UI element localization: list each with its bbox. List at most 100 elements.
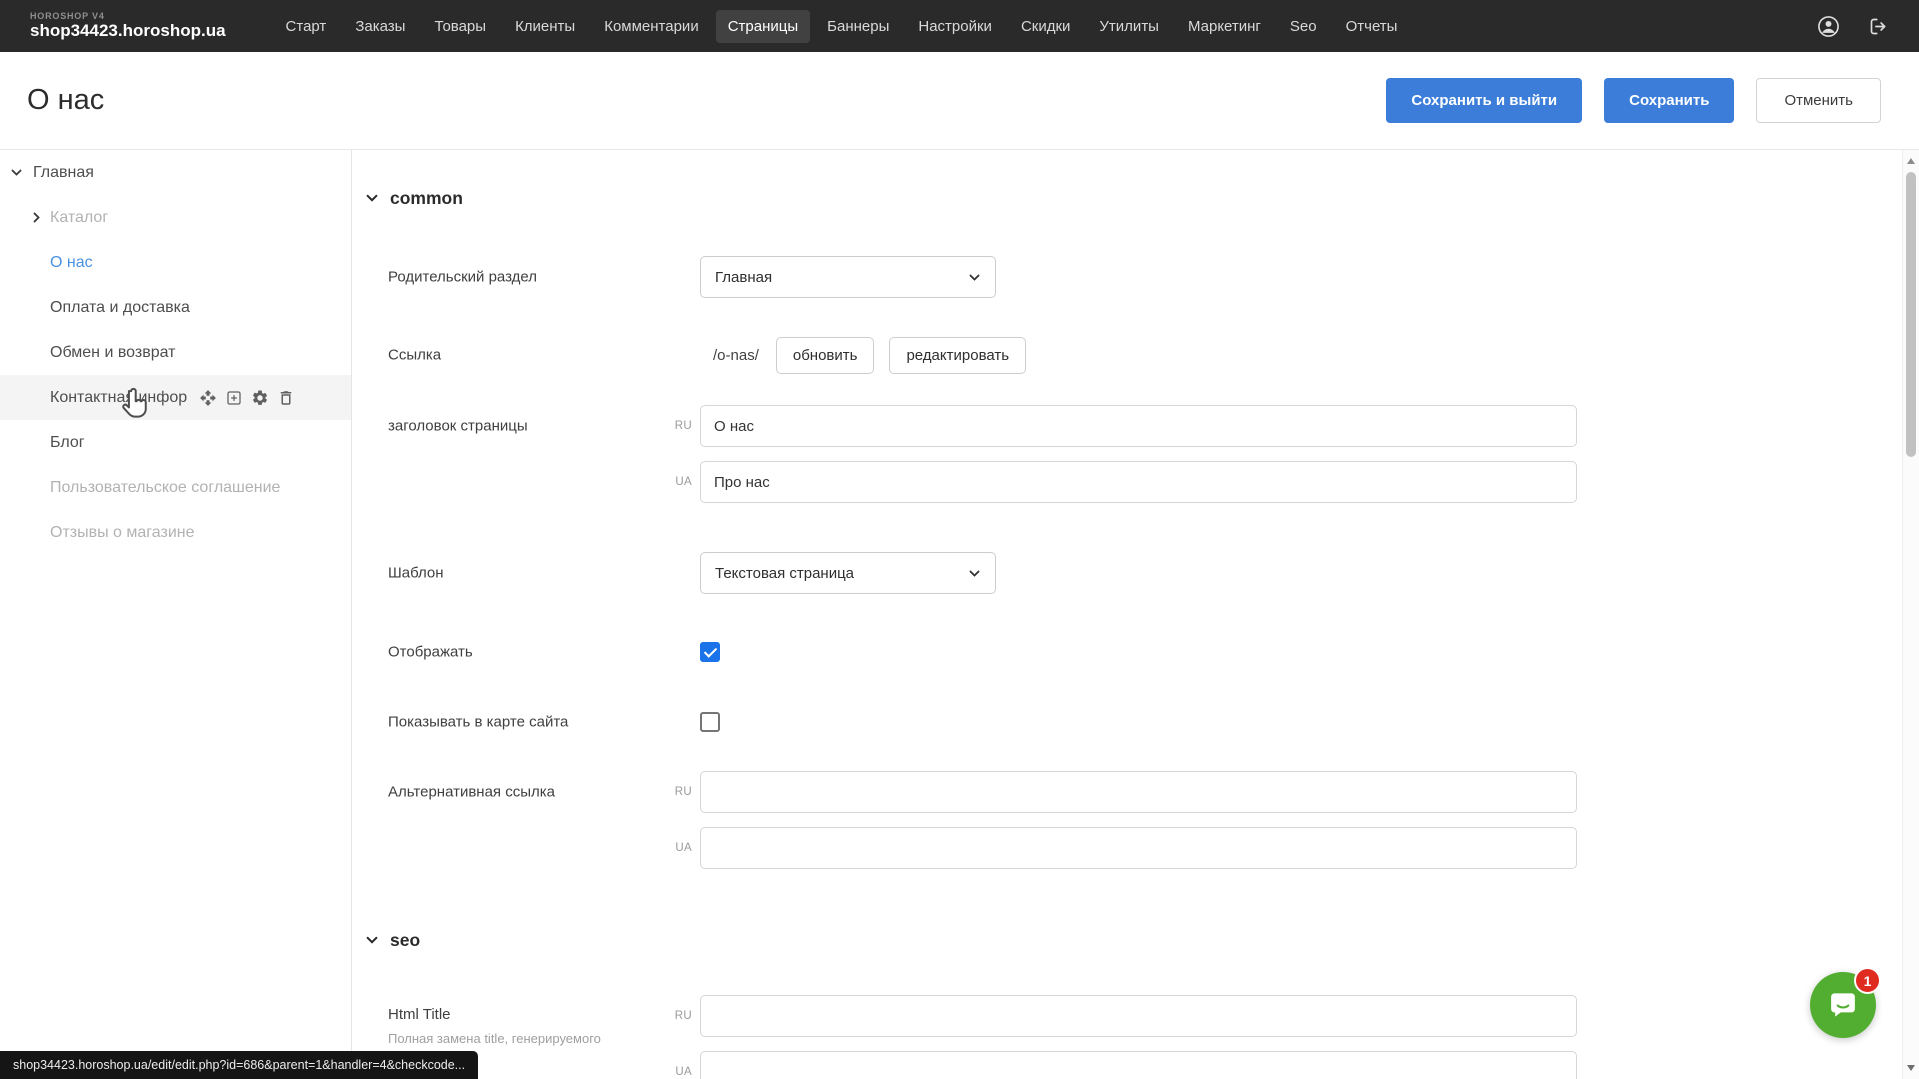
add-page-icon[interactable] [225, 389, 243, 407]
scrollbar-thumb[interactable] [1906, 172, 1916, 457]
tree-item-about[interactable]: О нас [0, 240, 351, 285]
tree-item-payment-delivery[interactable]: Оплата и доставка [0, 285, 351, 330]
brand-domain-label: shop34423.horoshop.ua [30, 22, 226, 41]
menu-item-discounts[interactable]: Скидки [1009, 10, 1082, 43]
display-label: Отображать [388, 642, 663, 662]
section-common-label: common [390, 188, 463, 209]
page-heading-ru-input[interactable] [700, 405, 1577, 447]
header-actions: Сохранить и выйти Сохранить Отменить [1386, 78, 1881, 123]
menu-item-settings[interactable]: Настройки [906, 10, 1004, 43]
tree-item-label: Оплата и доставка [50, 299, 190, 317]
parent-section-label: Родительский раздел [388, 267, 663, 287]
html-title-hint: Полная замена title, генерируемого [388, 1031, 663, 1048]
display-checkbox[interactable] [700, 642, 720, 662]
pages-tree-sidebar: Главная Каталог О нас Оплата и доставка … [0, 150, 352, 1079]
parent-section-select[interactable]: Главная [700, 256, 996, 298]
lang-tag-ua: UA [662, 476, 692, 488]
page-slug: /o-nas/ [700, 347, 759, 364]
alt-link-label: Альтернативная ссылка [388, 782, 663, 802]
logout-icon[interactable] [1868, 16, 1889, 37]
lang-tag-ru: RU [662, 420, 692, 432]
parent-section-value: Главная [715, 269, 772, 286]
tree-item-home[interactable]: Главная [0, 150, 351, 195]
lang-tag-ua: UA [662, 842, 692, 854]
menu-item-orders[interactable]: Заказы [343, 10, 417, 43]
delete-trash-icon[interactable] [277, 389, 295, 407]
menu-item-reports[interactable]: Отчеты [1334, 10, 1410, 43]
top-navbar: HOROSHOP V4 shop34423.horoshop.ua Старт … [0, 0, 1919, 52]
menu-item-seo[interactable]: Seo [1278, 10, 1329, 43]
menu-item-marketing[interactable]: Маркетинг [1176, 10, 1273, 43]
cancel-button[interactable]: Отменить [1756, 78, 1881, 123]
menu-item-pages[interactable]: Страницы [716, 10, 810, 43]
html-title-label-text: Html Title [388, 1005, 663, 1025]
tree-item-label: Обмен и возврат [50, 344, 175, 362]
sitemap-label: Показывать в карте сайта [388, 712, 663, 732]
lang-tag-ru: RU [662, 786, 692, 798]
chevron-down-icon [365, 191, 379, 205]
move-icon[interactable] [199, 389, 217, 407]
html-title-label: Html Title Полная замена title, генериру… [388, 1005, 663, 1047]
edit-link-button[interactable]: редактировать [889, 337, 1026, 374]
menu-item-products[interactable]: Товары [422, 10, 498, 43]
tree-item-label: Контактная инфор [50, 389, 187, 407]
tree-item-blog[interactable]: Блог [0, 420, 351, 465]
chevron-down-icon [968, 567, 981, 580]
section-common[interactable]: common [365, 186, 1902, 210]
account-icon[interactable] [1817, 15, 1840, 38]
tree-item-label: Главная [33, 164, 94, 182]
refresh-link-button[interactable]: обновить [776, 337, 875, 374]
page-header: О нас Сохранить и выйти Сохранить Отмени… [0, 52, 1919, 150]
tree-item-store-reviews[interactable]: Отзывы о магазине [0, 510, 351, 555]
html-title-ua-input[interactable] [700, 1051, 1577, 1079]
chat-unread-badge: 1 [1854, 967, 1881, 994]
tree-item-exchange-return[interactable]: Обмен и возврат [0, 330, 351, 375]
tree-item-contact-info[interactable]: Контактная инфор [0, 375, 351, 420]
tree-item-label: Каталог [50, 209, 108, 227]
tree-item-label: Отзывы о магазине [50, 524, 195, 542]
save-button[interactable]: Сохранить [1604, 78, 1734, 123]
menu-item-clients[interactable]: Клиенты [503, 10, 587, 43]
template-select[interactable]: Текстовая страница [700, 552, 996, 594]
scrollbar-down-arrow[interactable] [1907, 1065, 1915, 1071]
menu-item-start[interactable]: Старт [274, 10, 339, 43]
lang-tag-ua: UA [662, 1066, 692, 1078]
chevron-right-icon[interactable] [30, 211, 43, 224]
vertical-scrollbar[interactable] [1902, 150, 1919, 1079]
chat-bubble-icon [1825, 987, 1861, 1023]
chevron-down-icon [968, 271, 981, 284]
scrollbar-up-arrow[interactable] [1907, 158, 1915, 164]
link-preview-statusbar: shop34423.horoshop.ua/edit/edit.php?id=6… [0, 1051, 478, 1079]
alt-link-ru-input[interactable] [700, 771, 1577, 813]
chevron-down-icon [365, 933, 379, 947]
menu-item-banners[interactable]: Баннеры [815, 10, 901, 43]
html-title-ru-input[interactable] [700, 995, 1577, 1037]
link-label: Ссылка [388, 345, 663, 365]
tree-item-label: О нас [50, 254, 93, 272]
template-value: Текстовая страница [715, 565, 854, 582]
chat-launcher-button[interactable]: 1 [1810, 972, 1876, 1038]
template-label: Шаблон [388, 563, 663, 583]
save-and-exit-button[interactable]: Сохранить и выйти [1386, 78, 1582, 123]
menu-item-comments[interactable]: Комментарии [592, 10, 710, 43]
tree-item-user-agreement[interactable]: Пользовательское соглашение [0, 465, 351, 510]
page-edit-form: common Родительский раздел Главная Ссылк… [352, 150, 1902, 1079]
section-seo[interactable]: seo [365, 928, 1902, 952]
tree-item-label: Блог [50, 434, 85, 452]
main-menu: Старт Заказы Товары Клиенты Комментарии … [274, 10, 1410, 43]
settings-gear-icon[interactable] [251, 389, 269, 407]
page-heading-ua-input[interactable] [700, 461, 1577, 503]
sitemap-checkbox[interactable] [700, 712, 720, 732]
page-title: О нас [27, 84, 104, 117]
tree-item-actions [199, 389, 295, 407]
statusbar-url: shop34423.horoshop.ua/edit/edit.php?id=6… [13, 1058, 465, 1072]
menu-item-utilities[interactable]: Утилиты [1087, 10, 1171, 43]
chevron-down-icon[interactable] [10, 166, 23, 179]
tree-item-label: Пользовательское соглашение [50, 479, 280, 497]
tree-item-catalog[interactable]: Каталог [0, 195, 351, 240]
section-seo-label: seo [390, 930, 420, 951]
page-heading-label: заголовок страницы [388, 416, 663, 436]
lang-tag-ru: RU [662, 1010, 692, 1022]
brand-logo[interactable]: HOROSHOP V4 shop34423.horoshop.ua [30, 12, 226, 41]
alt-link-ua-input[interactable] [700, 827, 1577, 869]
